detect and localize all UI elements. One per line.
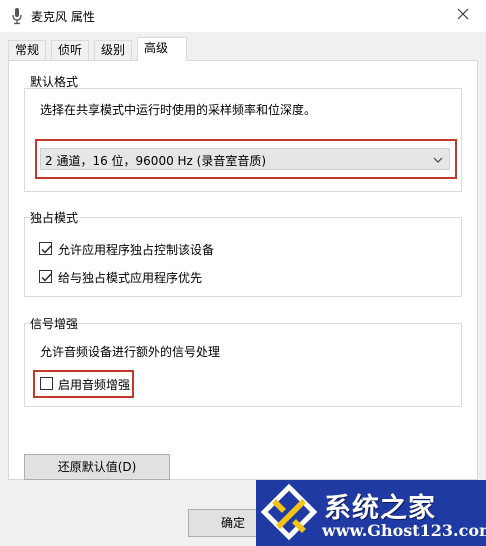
- highlight-frame: [35, 139, 457, 179]
- exclusive-control-checkbox[interactable]: [39, 242, 52, 255]
- logo-emblem-icon: [260, 483, 318, 541]
- highlight-frame: [33, 370, 134, 398]
- restore-defaults-button[interactable]: 还原默认值(D): [24, 454, 170, 480]
- window-title: 麦克风 属性: [31, 10, 95, 24]
- tab-listen[interactable]: 侦听: [51, 40, 90, 61]
- watermark-logo: 系统之家 www.Ghost123.com: [256, 480, 486, 546]
- title-bar: 麦克风 属性: [0, 0, 486, 32]
- checkmark-icon: [41, 245, 52, 254]
- signal-enhancement-description: 允许音频设备进行额外的信号处理: [40, 345, 221, 359]
- tab-advanced[interactable]: 高级: [137, 37, 187, 61]
- tab-levels[interactable]: 级别: [94, 40, 133, 61]
- exclusive-control-label[interactable]: 允许应用程序独占控制该设备: [58, 241, 214, 258]
- tab-general[interactable]: 常规: [8, 40, 47, 61]
- close-button[interactable]: [440, 0, 486, 30]
- default-format-title: 默认格式: [30, 75, 79, 89]
- microphone-icon: [9, 7, 25, 25]
- default-format-description: 选择在共享模式中运行时使用的采样频率和位深度。: [40, 103, 317, 117]
- watermark-url: www.Ghost123.com: [322, 521, 486, 540]
- exclusive-priority-label[interactable]: 给与独占模式应用程序优先: [58, 269, 202, 286]
- exclusive-mode-title: 独占模式: [30, 211, 79, 225]
- checkmark-icon: [41, 273, 52, 282]
- watermark-brand: 系统之家: [324, 493, 436, 524]
- signal-enhancement-title: 信号增强: [30, 317, 79, 331]
- close-icon: [457, 8, 469, 23]
- exclusive-priority-checkbox[interactable]: [39, 270, 52, 283]
